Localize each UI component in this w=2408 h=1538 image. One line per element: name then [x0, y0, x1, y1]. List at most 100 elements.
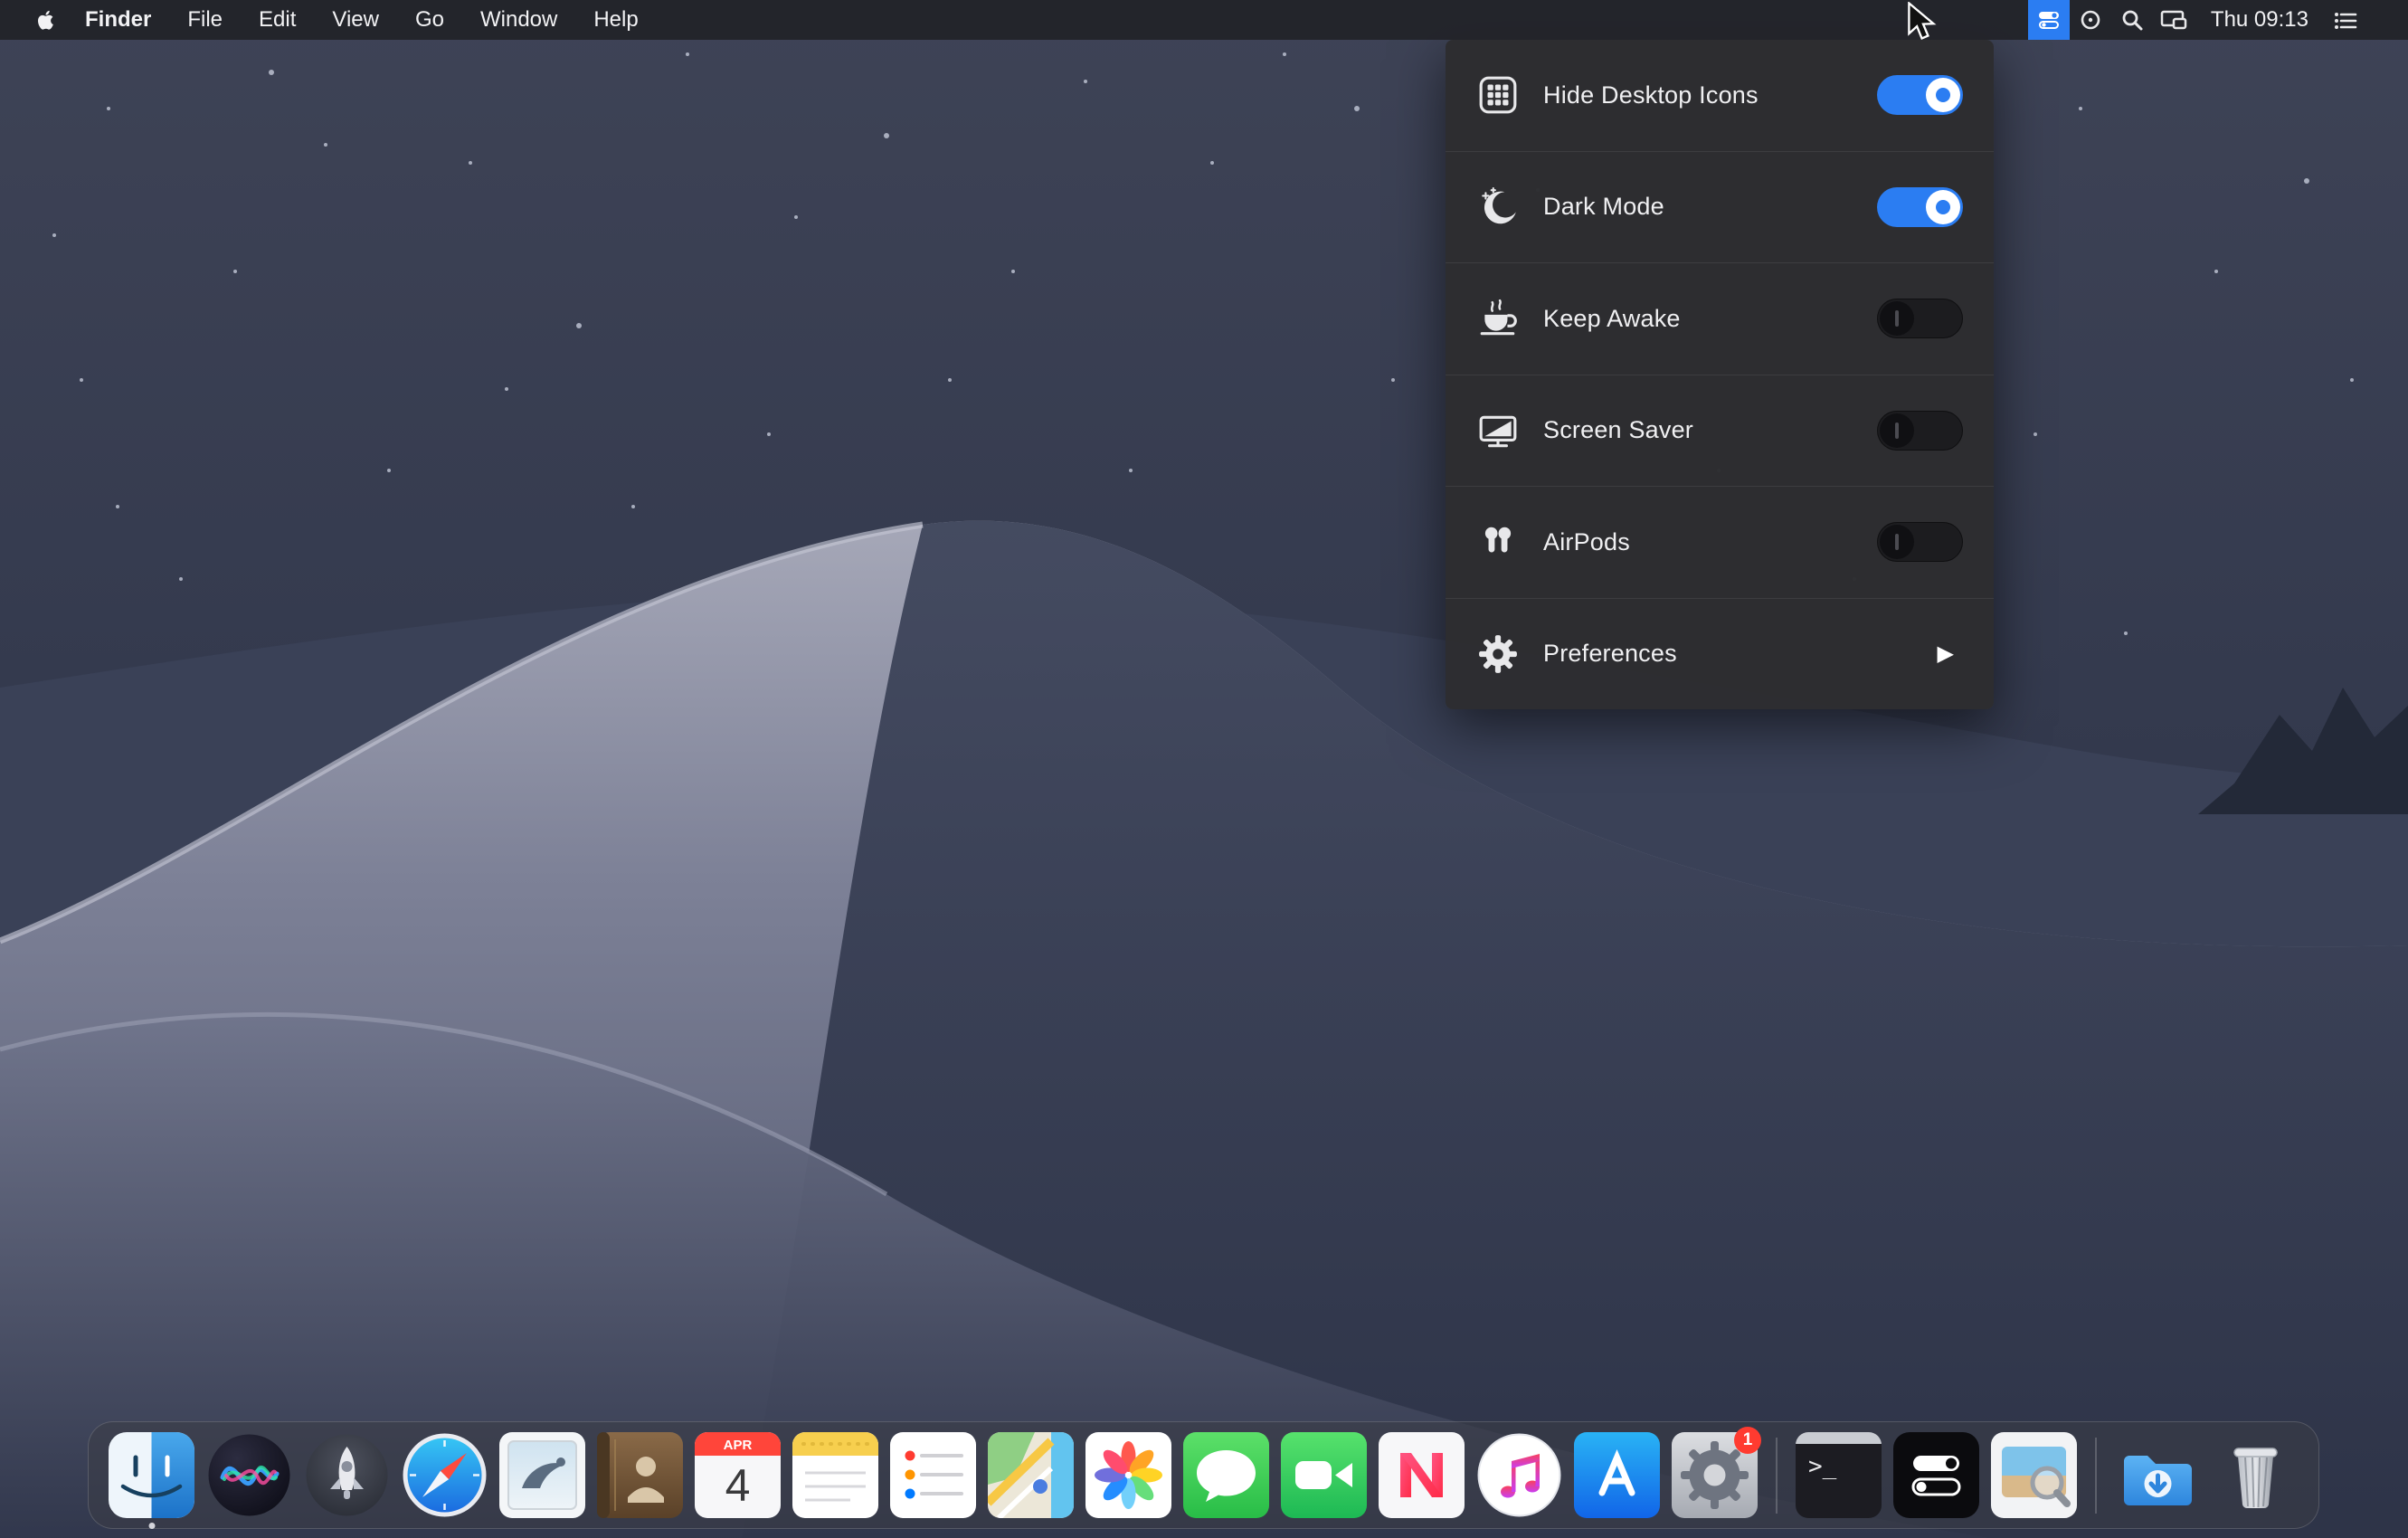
facetime-icon [1281, 1432, 1367, 1518]
panel-label: Hide Desktop Icons [1543, 81, 1877, 109]
dock-finder[interactable] [109, 1432, 194, 1518]
displays-icon [2160, 8, 2187, 32]
toggle-knob [1926, 78, 1960, 112]
panel-label: AirPods [1543, 528, 1877, 556]
coffee-cup-icon [1476, 297, 1520, 340]
news-icon [1379, 1432, 1465, 1518]
toggle-airpods[interactable] [1877, 522, 1963, 562]
toggle-knob [1880, 525, 1914, 559]
terminal-prompt: >_ [1808, 1453, 1837, 1480]
menu-bar: Finder File Edit View Go Window Help [0, 0, 2408, 40]
dock-reminders[interactable] [890, 1432, 976, 1518]
dock-one-switch[interactable] [1893, 1432, 1979, 1518]
spotlight-search-icon[interactable] [2111, 0, 2153, 40]
dock: APR 4 [88, 1421, 2319, 1529]
toggle-screen-saver[interactable] [1877, 411, 1963, 451]
panel-label: Screen Saver [1543, 416, 1877, 444]
safari-icon [402, 1432, 488, 1518]
itunes-icon [1476, 1432, 1562, 1518]
calendar-icon: APR 4 [695, 1432, 781, 1518]
panel-row-keep-awake[interactable]: Keep Awake [1446, 262, 1994, 375]
one-switch-panel: Hide Desktop Icons Dark Mode [1446, 40, 1994, 709]
menu-window[interactable]: Window [462, 7, 575, 33]
panel-row-airpods[interactable]: AirPods [1446, 486, 1994, 598]
preview-icon [1991, 1432, 2077, 1518]
toggle-keep-awake[interactable] [1877, 299, 1963, 338]
cursor-icon [1905, 2, 1939, 42]
dock-terminal[interactable]: >_ [1796, 1432, 1882, 1518]
toggle-knob [1880, 413, 1914, 448]
finder-icon [109, 1432, 194, 1518]
apple-menu[interactable] [25, 8, 67, 32]
panel-row-screen-saver[interactable]: Screen Saver [1446, 375, 1994, 487]
dock-separator [1776, 1438, 1778, 1514]
calendar-month: APR [724, 1438, 753, 1453]
display-menu-icon[interactable] [2153, 0, 2195, 40]
dock-photos[interactable] [1085, 1432, 1171, 1518]
dock-notes[interactable] [792, 1432, 878, 1518]
menu-go[interactable]: Go [397, 7, 462, 33]
panel-row-dark-mode[interactable]: Dark Mode [1446, 151, 1994, 263]
terminal-icon: >_ [1796, 1432, 1882, 1518]
photos-icon [1085, 1432, 1171, 1518]
dock-downloads-folder[interactable] [2115, 1432, 2201, 1518]
dock-safari[interactable] [402, 1432, 488, 1518]
panel-label: Dark Mode [1543, 193, 1877, 221]
trash-icon [2213, 1432, 2299, 1518]
wallpaper-mojave-night [0, 0, 2408, 1538]
one-switch-icon [1893, 1432, 1979, 1518]
menu-help[interactable]: Help [575, 7, 656, 33]
dock-itunes[interactable] [1476, 1432, 1562, 1518]
menu-clock[interactable]: Thu 09:13 [2195, 7, 2325, 33]
dock-facetime[interactable] [1281, 1432, 1367, 1518]
desktop-grid-icon [1476, 73, 1520, 117]
submenu-arrow-icon: ▶ [1938, 641, 1954, 667]
dock-siri[interactable] [206, 1432, 292, 1518]
toggle-hide-desktop-icons[interactable] [1877, 75, 1963, 115]
apple-icon [34, 8, 58, 32]
reminders-icon [890, 1432, 976, 1518]
dock-maps[interactable] [988, 1432, 1074, 1518]
dock-messages[interactable] [1183, 1432, 1269, 1518]
contacts-icon [597, 1432, 683, 1518]
notification-list-icon[interactable] [2325, 0, 2366, 40]
dock-contacts[interactable] [597, 1432, 683, 1518]
toggle-dark-mode[interactable] [1877, 187, 1963, 227]
one-switch-menu-icon[interactable] [2028, 0, 2070, 40]
menu-file[interactable]: File [169, 7, 241, 33]
appstore-icon [1574, 1432, 1660, 1518]
calendar-day: 4 [725, 1460, 751, 1511]
mail-icon [499, 1432, 585, 1518]
siri-icon [206, 1432, 292, 1518]
dock-preview[interactable] [1991, 1432, 2077, 1518]
toggle-knob [1880, 301, 1914, 336]
panel-row-preferences[interactable]: Preferences ▶ [1446, 598, 1994, 710]
launchpad-icon [304, 1432, 390, 1518]
dock-appstore[interactable] [1574, 1432, 1660, 1518]
moon-icon [1476, 185, 1520, 229]
airpods-icon [1476, 520, 1520, 564]
dock-trash[interactable] [2213, 1432, 2299, 1518]
dock-system-preferences[interactable]: 1 [1672, 1432, 1758, 1518]
dock-separator [2095, 1438, 2097, 1514]
messages-icon [1183, 1432, 1269, 1518]
circle-menu-icon[interactable] [2070, 0, 2111, 40]
downloads-folder-icon [2115, 1432, 2201, 1518]
dock-mail[interactable] [499, 1432, 585, 1518]
notification-badge: 1 [1734, 1427, 1761, 1454]
menu-edit[interactable]: Edit [241, 7, 314, 33]
gear-icon [1476, 632, 1520, 676]
desktop: Finder File Edit View Go Window Help [0, 0, 2408, 1538]
dock-calendar[interactable]: APR 4 [695, 1432, 781, 1518]
panel-row-hide-desktop-icons[interactable]: Hide Desktop Icons [1446, 40, 1994, 151]
screen-icon [1476, 409, 1520, 452]
ring-icon [2079, 8, 2102, 32]
panel-label: Keep Awake [1543, 305, 1877, 333]
menu-view[interactable]: View [314, 7, 397, 33]
panel-label: Preferences [1543, 640, 1938, 668]
dock-launchpad[interactable] [304, 1432, 390, 1518]
running-indicator [148, 1523, 155, 1529]
dock-news[interactable] [1379, 1432, 1465, 1518]
menu-app-finder[interactable]: Finder [67, 7, 169, 33]
search-icon [2120, 8, 2144, 32]
